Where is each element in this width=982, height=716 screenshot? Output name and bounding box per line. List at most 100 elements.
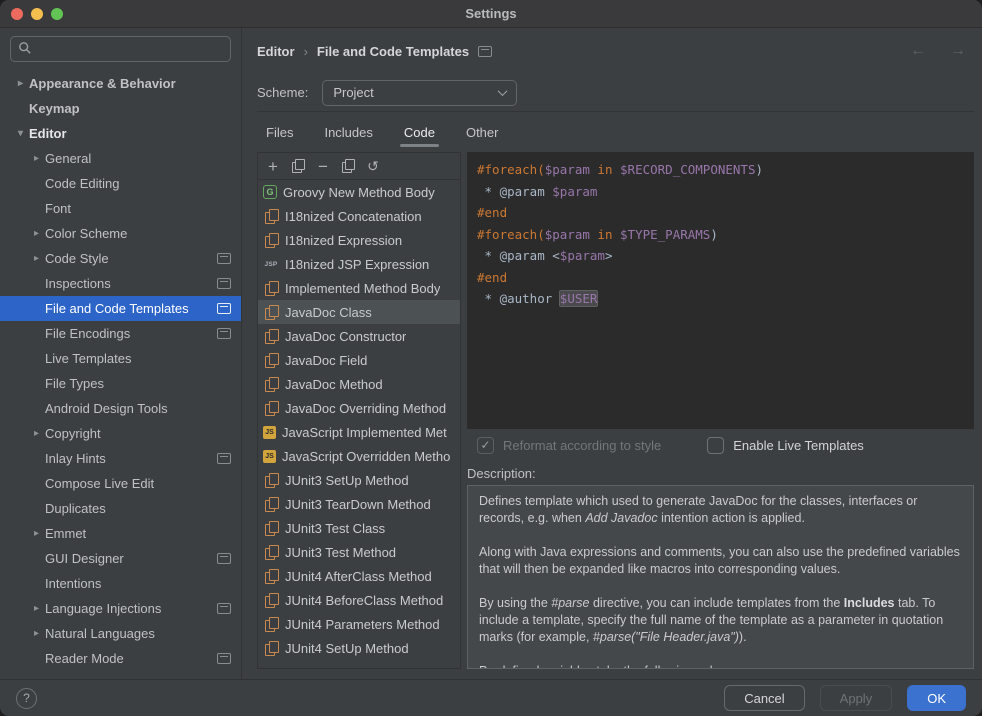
cancel-button[interactable]: Cancel (724, 685, 804, 711)
settings-search-input[interactable] (38, 42, 223, 57)
sidebar-item-editor[interactable]: Editor (0, 121, 241, 146)
template-item-junit3-test-class[interactable]: JUnit3 Test Class (258, 516, 460, 540)
checkbox-icon[interactable] (477, 437, 494, 454)
code-token: $param (545, 162, 590, 177)
template-item-javascript-implemented-met[interactable]: JavaScript Implemented Met (258, 420, 460, 444)
forward-icon[interactable] (950, 43, 966, 59)
sidebar-item-file-types[interactable]: File Types (0, 371, 241, 396)
sidebar-item-code-style[interactable]: Code Style (0, 246, 241, 271)
template-list: Groovy New Method Body I18nized Concatena… (258, 180, 460, 668)
sidebar-item-gui-designer[interactable]: GUI Designer (0, 546, 241, 571)
apply-button[interactable]: Apply (820, 685, 893, 711)
sidebar-item-live-templates[interactable]: Live Templates (0, 346, 241, 371)
checkbox-enable-live-templates[interactable]: Enable Live Templates (707, 437, 864, 454)
add-icon[interactable] (263, 156, 283, 176)
template-item-junit4-afterclass-method[interactable]: JUnit4 AfterClass Method (258, 564, 460, 588)
sidebar-item-label: Emmet (45, 526, 231, 541)
sidebar-item-android-design-tools[interactable]: Android Design Tools (0, 396, 241, 421)
sidebar-item-natural-languages[interactable]: Natural Languages (0, 621, 241, 646)
code-token: #end (477, 205, 507, 220)
window-title: Settings (0, 6, 982, 21)
remove-icon[interactable] (313, 156, 333, 176)
sidebar-item-appearance-behavior[interactable]: Appearance & Behavior (0, 71, 241, 96)
sidebar-item-compose-live-edit[interactable]: Compose Live Edit (0, 471, 241, 496)
sidebar-item-file-encodings[interactable]: File Encodings (0, 321, 241, 346)
chevron-right-icon[interactable] (28, 603, 45, 614)
template-item-junit3-test-method[interactable]: JUnit3 Test Method (258, 540, 460, 564)
sidebar-item-inlay-hints[interactable]: Inlay Hints (0, 446, 241, 471)
sidebar-item-color-scheme[interactable]: Color Scheme (0, 221, 241, 246)
chevron-right-icon[interactable] (28, 428, 45, 439)
template-item-junit4-setup-method[interactable]: JUnit4 SetUp Method (258, 636, 460, 660)
sidebar-item-reader-mode[interactable]: Reader Mode (0, 646, 241, 671)
breadcrumb-editor[interactable]: Editor (257, 44, 295, 59)
template-item-junit4-parameters-method[interactable]: JUnit4 Parameters Method (258, 612, 460, 636)
template-item-groovy-new-method-body[interactable]: Groovy New Method Body (258, 180, 460, 204)
sidebar-item-label: Inspections (45, 276, 211, 291)
template-item-javadoc-field[interactable]: JavaDoc Field (258, 348, 460, 372)
template-code-editor[interactable]: #foreach($param in $RECORD_COMPONENTS) *… (467, 152, 974, 429)
code-token: > (605, 248, 613, 263)
minimize-button[interactable] (31, 8, 43, 20)
ok-button[interactable]: OK (907, 685, 966, 711)
scheme-select[interactable]: Project (322, 80, 517, 106)
tab-files[interactable]: Files (264, 112, 295, 152)
template-item-javascript-overridden-metho[interactable]: JavaScript Overridden Metho (258, 444, 460, 468)
chevron-right-icon[interactable] (28, 228, 45, 239)
description-text: By using the (479, 596, 551, 610)
template-item-junit3-teardown-method[interactable]: JUnit3 TearDown Method (258, 492, 460, 516)
template-item-javadoc-method[interactable]: JavaDoc Method (258, 372, 460, 396)
sidebar-item-duplicates[interactable]: Duplicates (0, 496, 241, 521)
sidebar-item-general[interactable]: General (0, 146, 241, 171)
sidebar-item-inspections[interactable]: Inspections (0, 271, 241, 296)
checkbox-reformat-according-to-style[interactable]: Reformat according to style (477, 437, 661, 454)
sidebar-item-code-editing[interactable]: Code Editing (0, 171, 241, 196)
template-item-javadoc-constructor[interactable]: JavaDoc Constructor (258, 324, 460, 348)
sidebar-item-copyright[interactable]: Copyright (0, 421, 241, 446)
sidebar-item-emmet[interactable]: Emmet (0, 521, 241, 546)
template-item-i18nized-expression[interactable]: I18nized Expression (258, 228, 460, 252)
template-icon (263, 544, 279, 560)
tab-includes[interactable]: Includes (322, 112, 374, 152)
template-item-label: I18nized Concatenation (285, 209, 422, 224)
chevron-right-icon[interactable] (28, 528, 45, 539)
tab-code[interactable]: Code (402, 112, 437, 152)
template-icon (263, 400, 279, 416)
breadcrumb: Editor › File and Code Templates (257, 28, 974, 74)
chevron-right-icon[interactable] (12, 78, 29, 89)
code-token: ) (710, 227, 718, 242)
js-icon (263, 426, 276, 439)
code-line: #foreach($param in $TYPE_PARAMS) (477, 224, 964, 246)
sidebar-item-language-injections[interactable]: Language Injections (0, 596, 241, 621)
code-token: $param (545, 227, 590, 242)
sidebar-item-file-and-code-templates[interactable]: File and Code Templates (0, 296, 241, 321)
template-item-label: JavaScript Overridden Metho (282, 449, 450, 464)
back-icon[interactable] (910, 43, 926, 59)
help-button[interactable]: ? (16, 688, 37, 709)
sidebar-item-intentions[interactable]: Intentions (0, 571, 241, 596)
template-item-junit4-beforeclass-method[interactable]: JUnit4 BeforeClass Method (258, 588, 460, 612)
zoom-button[interactable] (51, 8, 63, 20)
duplicate-icon[interactable] (338, 156, 358, 176)
sidebar-item-keymap[interactable]: Keymap (0, 96, 241, 121)
screen-icon (217, 328, 231, 339)
template-item-junit3-setup-method[interactable]: JUnit3 SetUp Method (258, 468, 460, 492)
sidebar-item-font[interactable]: Font (0, 196, 241, 221)
screen-icon (217, 278, 231, 289)
revert-icon[interactable] (363, 156, 383, 176)
template-item-javadoc-overriding-method[interactable]: JavaDoc Overriding Method (258, 396, 460, 420)
chevron-right-icon[interactable] (28, 628, 45, 639)
checkbox-icon[interactable] (707, 437, 724, 454)
chevron-right-icon[interactable] (28, 253, 45, 264)
template-item-i18nized-jsp-expression[interactable]: I18nized JSP Expression (258, 252, 460, 276)
template-item-javadoc-class[interactable]: JavaDoc Class (258, 300, 460, 324)
chevron-right-icon[interactable] (28, 153, 45, 164)
search-box[interactable] (10, 36, 231, 62)
close-button[interactable] (11, 8, 23, 20)
tab-other[interactable]: Other (464, 112, 501, 152)
code-token: in (597, 162, 612, 177)
copy-icon[interactable] (288, 156, 308, 176)
template-item-implemented-method-body[interactable]: Implemented Method Body (258, 276, 460, 300)
chevron-down-icon[interactable] (12, 128, 29, 139)
template-item-i18nized-concatenation[interactable]: I18nized Concatenation (258, 204, 460, 228)
